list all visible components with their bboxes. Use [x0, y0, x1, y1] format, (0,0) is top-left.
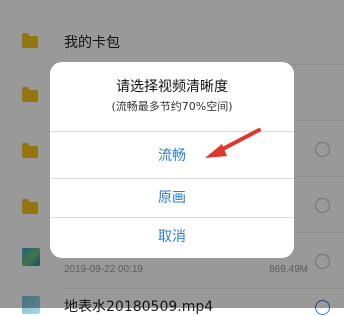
- cancel-button[interactable]: 取消: [50, 218, 294, 256]
- pointer-arrow-icon: [205, 128, 261, 158]
- dialog-subtitle: (流畅最多节约70%空间): [111, 100, 233, 113]
- dialog-title: 请选择视频清晰度: [116, 79, 228, 95]
- option-original-button[interactable]: 原画: [50, 179, 294, 217]
